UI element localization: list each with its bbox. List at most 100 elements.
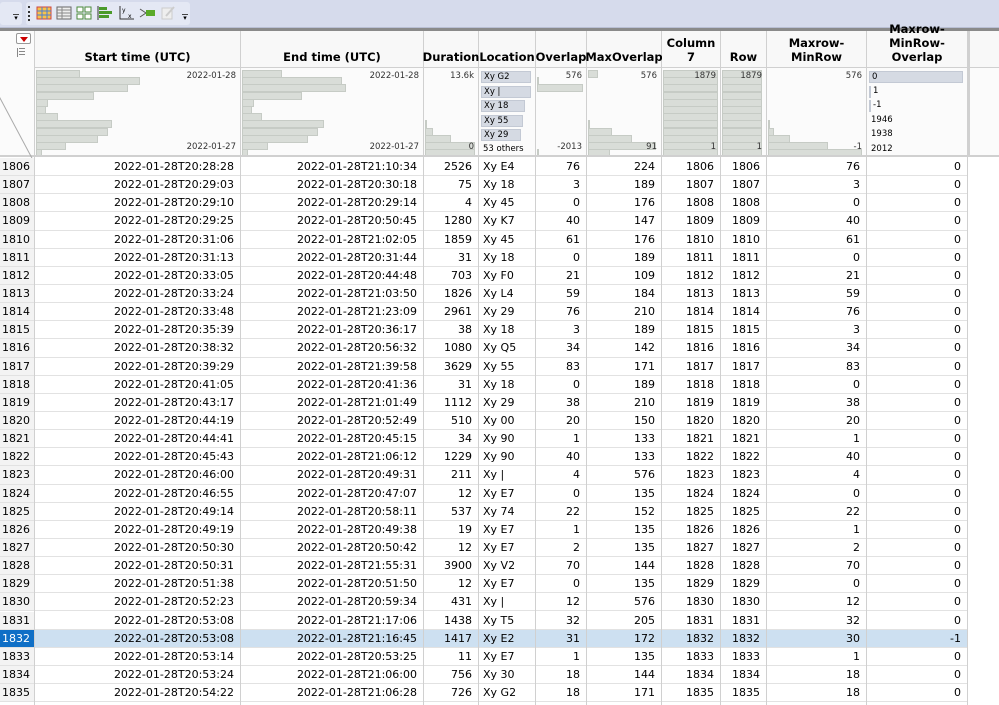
row-number[interactable]: 1828 — [0, 557, 34, 576]
cell-end[interactable]: 2022-01-28T21:17:06 — [241, 612, 423, 630]
cell-overlap[interactable]: 38 — [536, 394, 586, 412]
cell-start[interactable]: 2022-01-28T20:33:24 — [35, 285, 240, 304]
cell-col7[interactable]: 1814 — [662, 303, 720, 322]
cell-maxoverlap[interactable]: 150 — [587, 412, 661, 431]
cell-row[interactable]: 1835 — [721, 684, 766, 703]
cell-duration[interactable]: 31 — [424, 249, 478, 267]
cell-mrmo[interactable]: 0 — [867, 466, 967, 485]
cell-row[interactable]: 1829 — [721, 575, 766, 594]
cell-end[interactable]: 2022-01-28T21:06:00 — [241, 666, 423, 685]
cell-location[interactable]: Xy 29 — [479, 303, 535, 322]
cell-location[interactable]: Xy E7 — [479, 575, 535, 594]
cell-end[interactable]: 2022-01-28T21:39:58 — [241, 358, 423, 376]
cell-mrmo[interactable]: 0 — [867, 539, 967, 558]
cell-maxoverlap[interactable]: 133 — [587, 430, 661, 449]
cell-mrm[interactable]: 38 — [767, 394, 866, 412]
cell-start[interactable]: 2022-01-28T20:46:55 — [35, 485, 240, 503]
cell-maxoverlap[interactable]: 135 — [587, 521, 661, 539]
cell-row[interactable]: 1823 — [721, 466, 766, 485]
cell-mrmo[interactable]: 0 — [867, 231, 967, 249]
cell-mrm[interactable]: 30 — [767, 629, 866, 648]
cell-mrmo[interactable]: 0 — [867, 593, 967, 612]
cell-maxoverlap[interactable]: 189 — [587, 376, 661, 394]
cell-duration[interactable]: 11 — [424, 648, 478, 666]
cell-row[interactable]: 1833 — [721, 648, 766, 666]
row-number[interactable]: 1822 — [0, 448, 34, 467]
cell-maxoverlap[interactable]: 171 — [587, 358, 661, 376]
cell-duration[interactable]: 12 — [424, 485, 478, 503]
toolbar-overflow-button[interactable]: ▾ — [182, 14, 188, 22]
cell-row[interactable]: 1827 — [721, 539, 766, 558]
cell-mrm[interactable]: 1 — [767, 521, 866, 539]
columns-viewer-icon[interactable] — [56, 5, 73, 21]
cell-col7[interactable]: 1830 — [662, 593, 720, 612]
cell-location[interactable]: Xy 74 — [479, 503, 535, 521]
cell-location[interactable]: Xy E4 — [479, 158, 535, 177]
column-header-overlap[interactable]: Overlap — [536, 31, 586, 68]
cell-overlap[interactable]: 20 — [536, 412, 586, 431]
cell-mrmo[interactable]: 0 — [867, 684, 967, 703]
cell-row[interactable]: 1809 — [721, 212, 766, 231]
cell-location[interactable]: Xy 00 — [479, 412, 535, 431]
cell-row[interactable]: 1830 — [721, 593, 766, 612]
cell-end[interactable]: 2022-01-28T20:36:17 — [241, 321, 423, 340]
cell-row[interactable]: 1813 — [721, 285, 766, 304]
cell-col7[interactable]: 1819 — [662, 394, 720, 412]
cell-maxoverlap[interactable]: 576 — [587, 593, 661, 612]
row-number[interactable]: 1827 — [0, 538, 34, 558]
cell-mrm[interactable]: 4 — [767, 466, 866, 485]
cell-overlap[interactable]: 0 — [536, 485, 586, 503]
cell-maxoverlap[interactable]: 135 — [587, 575, 661, 594]
cell-duration[interactable]: 12 — [424, 539, 478, 558]
cell-location[interactable]: Xy | — [479, 466, 535, 485]
cell-end[interactable]: 2022-01-28T20:41:36 — [241, 376, 423, 394]
row-number[interactable]: 1812 — [0, 266, 34, 285]
cell-duration[interactable]: 3900 — [424, 557, 478, 576]
cell-overlap[interactable]: 34 — [536, 339, 586, 358]
cell-end[interactable]: 2022-01-28T20:52:49 — [241, 412, 423, 431]
row-number[interactable]: 1821 — [0, 430, 34, 449]
row-number[interactable]: 1831 — [0, 611, 34, 630]
cell-maxoverlap[interactable]: 189 — [587, 176, 661, 195]
cell-mrmo[interactable]: 0 — [867, 503, 967, 521]
column-header-mrm[interactable]: Maxrow-MinRow — [767, 31, 866, 68]
cell-location[interactable]: Xy 18 — [479, 249, 535, 267]
cell-col7[interactable]: 1816 — [662, 339, 720, 358]
histogram-end[interactable]: 2022-01-28 2022-01-27 — [241, 68, 423, 157]
cell-mrm[interactable]: 21 — [767, 267, 866, 285]
cell-col7[interactable]: 1829 — [662, 575, 720, 594]
cell-mrm[interactable]: 32 — [767, 612, 866, 630]
row-number[interactable]: 1807 — [0, 176, 34, 195]
cell-col7[interactable]: 1807 — [662, 176, 720, 195]
cell-row[interactable]: 1825 — [721, 503, 766, 521]
cell-row[interactable]: 1810 — [721, 231, 766, 249]
cell-mrm[interactable]: 12 — [767, 593, 866, 612]
cell-overlap[interactable]: 0 — [536, 194, 586, 213]
cell-col7[interactable]: 1831 — [662, 612, 720, 630]
cell-mrm[interactable]: 18 — [767, 684, 866, 703]
cell-end[interactable]: 2022-01-28T20:49:38 — [241, 521, 423, 539]
cell-duration[interactable]: 2526 — [424, 158, 478, 177]
cell-duration[interactable]: 431 — [424, 593, 478, 612]
column-header-row[interactable]: Row — [721, 31, 766, 68]
cell-location[interactable]: Xy 45 — [479, 194, 535, 213]
histogram-location[interactable]: Xy G2 Xy | Xy 18 Xy 55 Xy 29 53 others — [479, 68, 535, 157]
cell-maxoverlap[interactable]: 576 — [587, 466, 661, 485]
cell-duration[interactable]: 2961 — [424, 303, 478, 322]
cell-end[interactable]: 2022-01-28T20:50:45 — [241, 212, 423, 231]
cell-location[interactable]: Xy 55 — [479, 358, 535, 376]
cell-row[interactable]: 1822 — [721, 448, 766, 467]
cell-mrmo[interactable]: 0 — [867, 376, 967, 394]
cell-row[interactable]: 1821 — [721, 430, 766, 449]
cell-location[interactable]: Xy 18 — [479, 321, 535, 340]
histogram-row[interactable]: 1879 1 — [721, 68, 766, 157]
cell-overlap[interactable]: 40 — [536, 212, 586, 231]
column-header-location[interactable]: Location — [479, 31, 535, 68]
toolbar-gripper[interactable] — [28, 6, 30, 21]
cell-start[interactable]: 2022-01-28T20:49:19 — [35, 521, 240, 539]
column-header-start[interactable]: Start time (UTC) — [35, 31, 240, 68]
cell-overlap[interactable]: 1 — [536, 648, 586, 666]
cell-mrmo[interactable]: 0 — [867, 158, 967, 177]
cell-maxoverlap[interactable]: 210 — [587, 303, 661, 322]
cell-start[interactable]: 2022-01-28T20:49:14 — [35, 503, 240, 521]
